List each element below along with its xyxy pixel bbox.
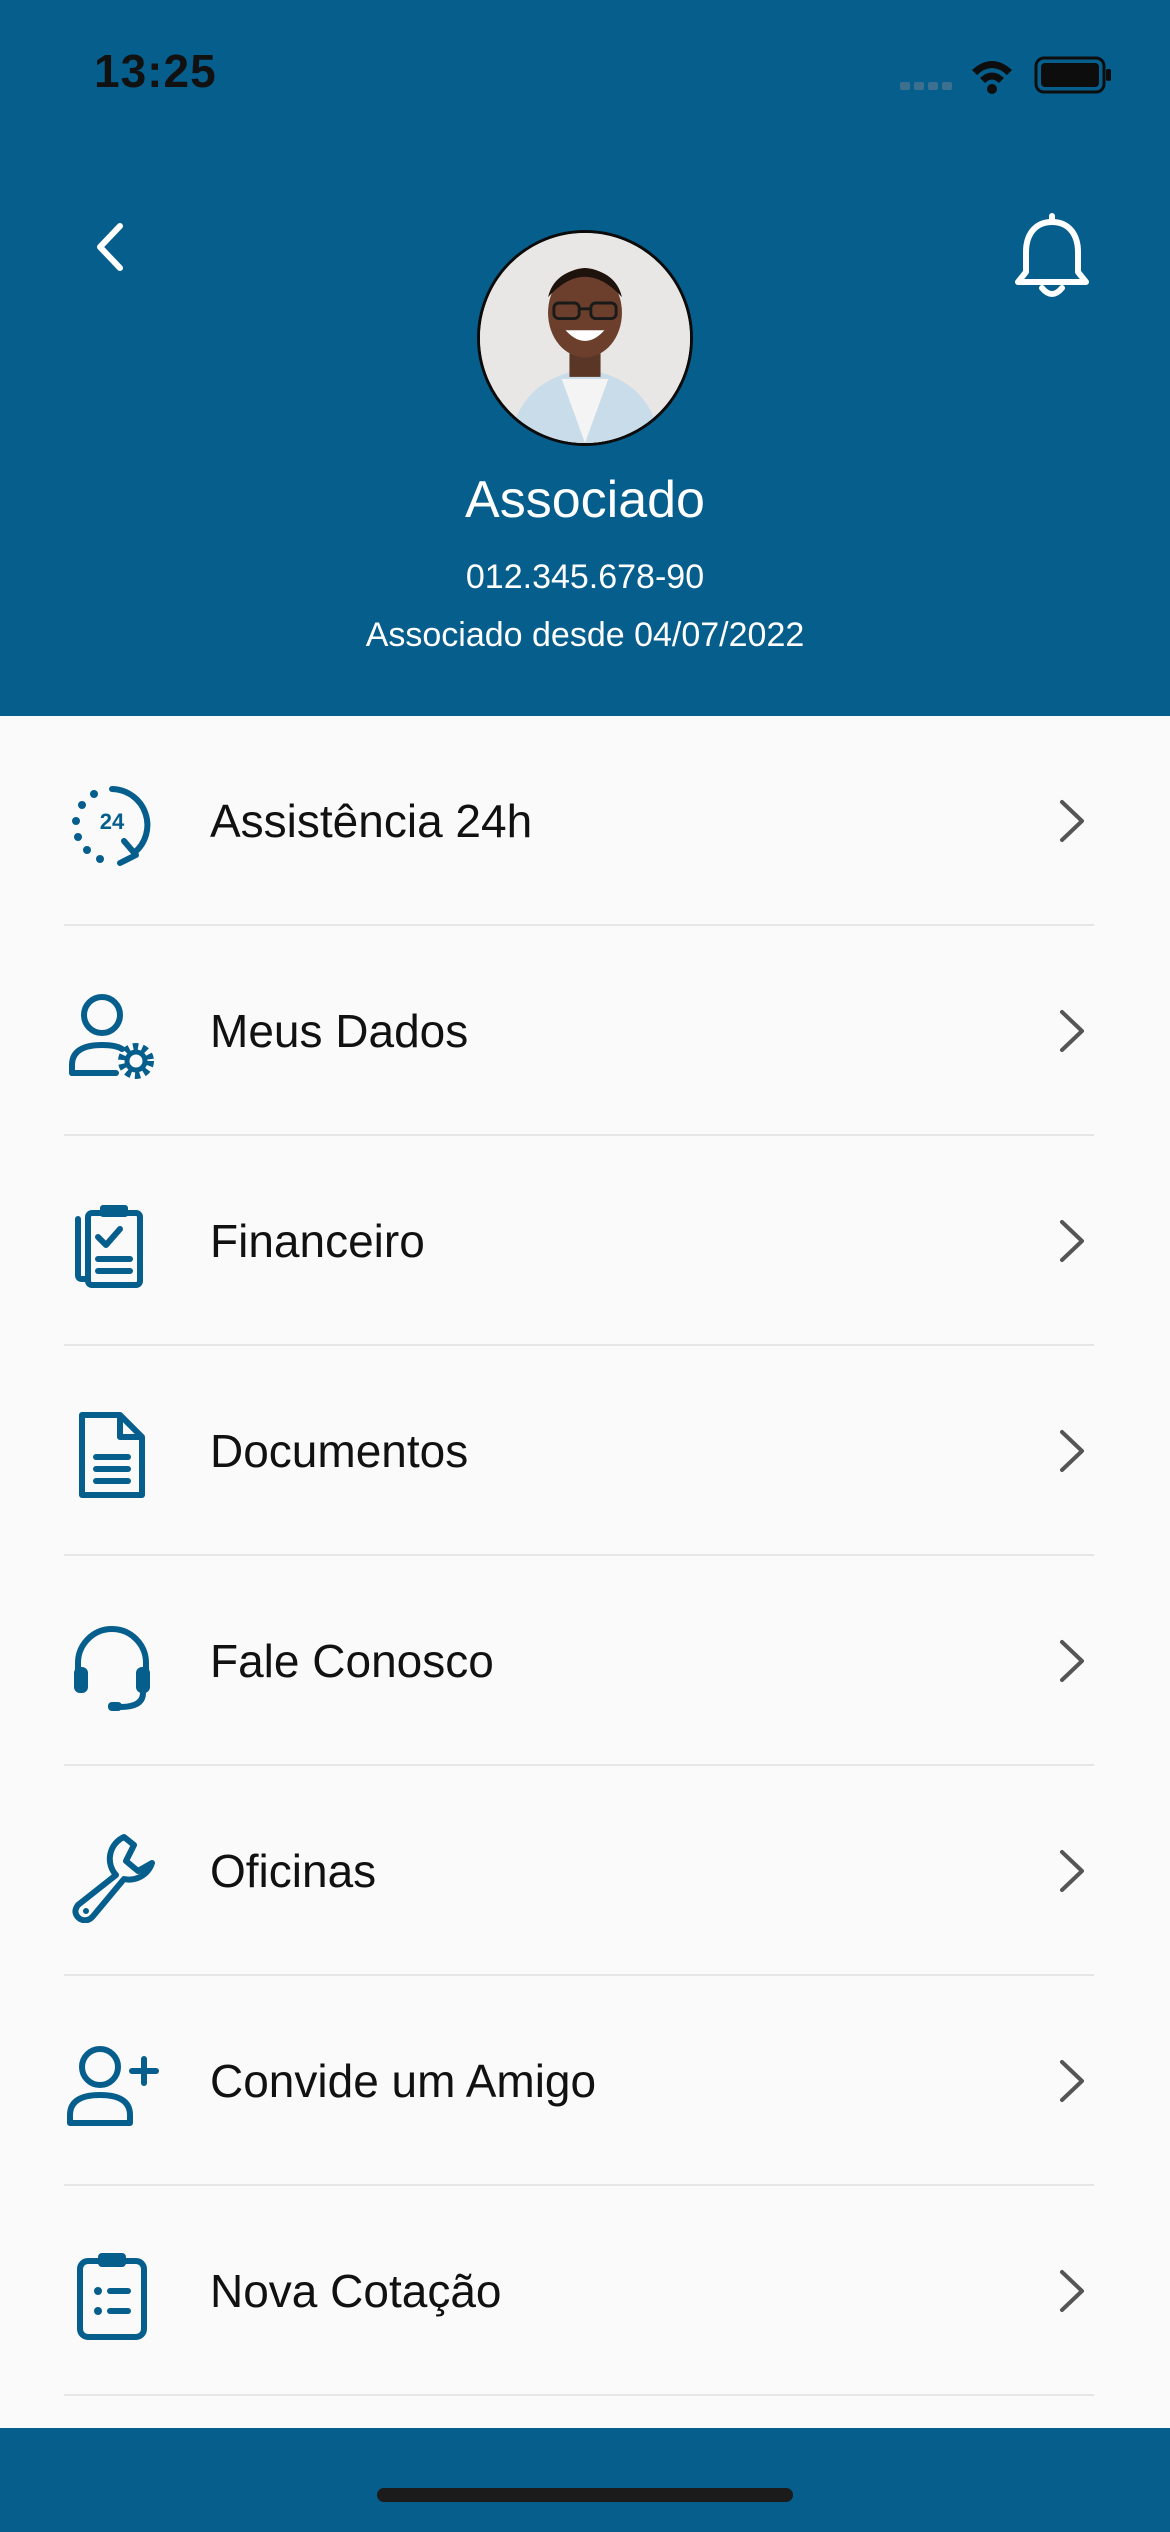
user-gear-icon: [69, 994, 154, 1079]
status-time: 13:25: [94, 45, 217, 97]
profile-header: 13:25 Associado 012.345.678-90 Associado…: [0, 0, 1170, 716]
bottom-bar: [0, 2428, 1170, 2532]
profile-menu: 24 Assistência 24h Meus Dados Financeiro…: [0, 716, 1170, 2396]
menu-item-label: Nova Cotação: [210, 2265, 502, 2317]
headset-icon: [74, 1626, 150, 1711]
financial-clipboard-icon: [75, 1205, 143, 1288]
wifi-icon: [972, 61, 1012, 94]
menu-item-meus-dados[interactable]: Meus Dados: [0, 926, 1170, 1136]
profile-cpf: 012.345.678-90: [465, 558, 705, 596]
back-chevron-icon[interactable]: [80, 212, 140, 282]
divider: [64, 2394, 1094, 2396]
chevron-right-icon: [1060, 1430, 1084, 1472]
menu-item-convide-um-amigo[interactable]: Convide um Amigo: [0, 1976, 1170, 2186]
menu-item-label: Oficinas: [210, 1845, 377, 1897]
home-indicator[interactable]: [377, 2488, 793, 2502]
document-icon: [79, 1412, 145, 1498]
chevron-right-icon: [1060, 800, 1084, 842]
chevron-right-icon: [1060, 1850, 1084, 1892]
chevron-right-icon: [1060, 1640, 1084, 1682]
chevron-right-icon: [1060, 1010, 1084, 1052]
battery-icon: [1034, 56, 1111, 94]
menu-item-label: Fale Conosco: [210, 1635, 494, 1687]
menu-item-nova-cotacao[interactable]: Nova Cotação: [0, 2186, 1170, 2396]
wrench-icon: [72, 1834, 155, 1923]
assistance-24h-icon: 24: [72, 786, 151, 866]
menu-item-label: Meus Dados: [210, 1005, 469, 1057]
profile-member-since: Associado desde 04/07/2022: [365, 616, 805, 654]
menu-item-oficinas[interactable]: Oficinas: [0, 1766, 1170, 1976]
profile-name: Associado: [465, 471, 705, 529]
cellular-signal-icon: [900, 82, 952, 90]
user-plus-icon: [67, 2046, 159, 2126]
menu-item-fale-conosco[interactable]: Fale Conosco: [0, 1556, 1170, 1766]
menu-item-financeiro[interactable]: Financeiro: [0, 1136, 1170, 1346]
chevron-right-icon: [1060, 2270, 1084, 2312]
avatar-photo: [480, 233, 690, 443]
menu-item-documentos[interactable]: Documentos: [0, 1346, 1170, 1556]
chevron-right-icon: [1060, 1220, 1084, 1262]
menu-item-assistencia-24h[interactable]: 24 Assistência 24h: [0, 716, 1170, 926]
menu-item-label: Assistência 24h: [210, 795, 533, 847]
status-icons: [900, 56, 1111, 94]
clipboard-list-icon: [77, 2253, 147, 2340]
menu-item-label: Convide um Amigo: [210, 2055, 597, 2107]
avatar[interactable]: [477, 230, 693, 446]
bell-icon[interactable]: [1010, 212, 1094, 302]
chevron-right-icon: [1060, 2060, 1084, 2102]
menu-item-label: Financeiro: [210, 1215, 425, 1267]
svg-text:24: 24: [100, 809, 125, 834]
menu-item-label: Documentos: [210, 1425, 469, 1477]
